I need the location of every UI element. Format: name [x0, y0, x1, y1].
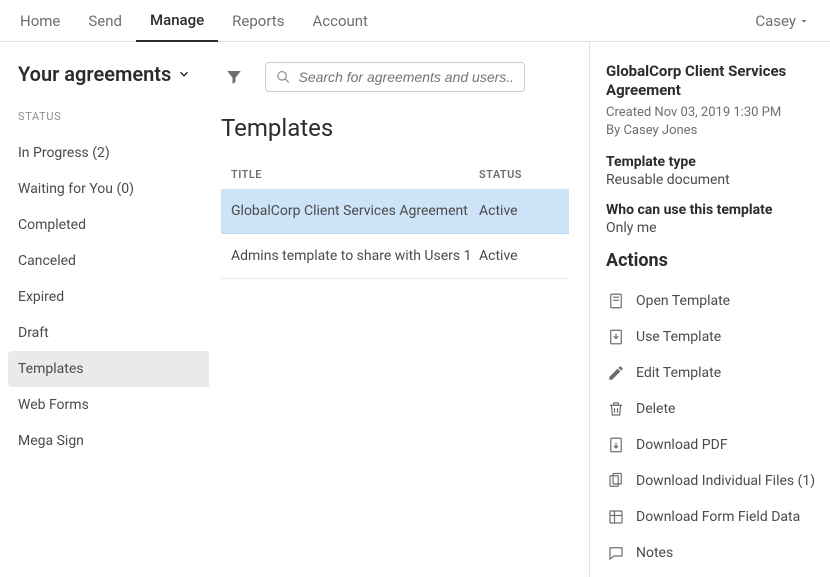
action-use-template[interactable]: Use Template	[606, 319, 820, 355]
edit-icon	[606, 363, 626, 383]
action-notes[interactable]: Notes	[606, 535, 820, 571]
who-value: Only me	[606, 220, 820, 236]
action-label: Edit Template	[636, 365, 721, 381]
actions-heading: Actions	[606, 250, 820, 271]
nav-manage[interactable]: Manage	[136, 0, 218, 42]
toolbar	[221, 62, 569, 92]
template-type-label: Template type	[606, 154, 820, 170]
content-panel: Templates TITLE STATUS GlobalCorp Client…	[215, 42, 590, 577]
sidebar-section-label: STATUS	[18, 110, 215, 123]
nav-reports[interactable]: Reports	[218, 0, 298, 42]
table-row[interactable]: GlobalCorp Client Services AgreementActi…	[221, 189, 569, 234]
action-label: Open Template	[636, 293, 730, 309]
open-icon	[606, 291, 626, 311]
row-status: Active	[479, 203, 559, 219]
details-panel: GlobalCorp Client Services Agreement Cre…	[590, 42, 830, 577]
nav-send[interactable]: Send	[74, 0, 136, 42]
sidebar-item-in-progress-2[interactable]: In Progress (2)	[18, 135, 215, 171]
template-type-value: Reusable document	[606, 172, 820, 188]
action-label: Delete	[636, 401, 675, 417]
files-icon	[606, 471, 626, 491]
sidebar-title-dropdown[interactable]: Your agreements	[18, 62, 215, 86]
sidebar-item-web-forms[interactable]: Web Forms	[18, 387, 215, 423]
details-meta: Created Nov 03, 2019 1:30 PM By Casey Jo…	[606, 104, 820, 140]
details-created: Created Nov 03, 2019 1:30 PM	[606, 104, 820, 122]
filter-icon[interactable]	[221, 68, 247, 86]
action-download-individual-files-1[interactable]: Download Individual Files (1)	[606, 463, 820, 499]
action-label: Download Individual Files (1)	[636, 473, 815, 489]
caret-down-icon	[798, 15, 810, 27]
row-title: GlobalCorp Client Services Agreement	[231, 203, 479, 219]
action-download-pdf[interactable]: Download PDF	[606, 427, 820, 463]
top-nav: HomeSendManageReportsAccount Casey	[0, 0, 830, 42]
action-delete[interactable]: Delete	[606, 391, 820, 427]
sidebar-item-canceled[interactable]: Canceled	[18, 243, 215, 279]
sidebar-item-completed[interactable]: Completed	[18, 207, 215, 243]
action-open-template[interactable]: Open Template	[606, 283, 820, 319]
action-label: Download Form Field Data	[636, 509, 800, 525]
action-label: Download PDF	[636, 437, 728, 453]
details-title: GlobalCorp Client Services Agreement	[606, 62, 820, 100]
action-download-form-field-data[interactable]: Download Form Field Data	[606, 499, 820, 535]
nav-home[interactable]: Home	[20, 0, 74, 42]
action-edit-template[interactable]: Edit Template	[606, 355, 820, 391]
user-name: Casey	[755, 12, 796, 30]
content-heading: Templates	[221, 114, 569, 142]
table-row[interactable]: Admins template to share with Users 1Act…	[221, 234, 569, 279]
who-label: Who can use this template	[606, 202, 820, 218]
sidebar-item-waiting-for-you-0[interactable]: Waiting for You (0)	[18, 171, 215, 207]
use-icon	[606, 327, 626, 347]
details-by: By Casey Jones	[606, 122, 820, 140]
formdata-icon	[606, 507, 626, 527]
column-status: STATUS	[479, 168, 559, 181]
row-status: Active	[479, 248, 559, 264]
delete-icon	[606, 399, 626, 419]
row-title: Admins template to share with Users 1	[231, 248, 479, 264]
user-menu[interactable]: Casey	[755, 12, 810, 30]
table-header: TITLE STATUS	[221, 160, 569, 189]
column-title: TITLE	[231, 168, 479, 181]
sidebar: Your agreements STATUS In Progress (2)Wa…	[0, 42, 215, 577]
action-label: Use Template	[636, 329, 721, 345]
chevron-down-icon	[177, 67, 191, 81]
sidebar-item-draft[interactable]: Draft	[18, 315, 215, 351]
pdf-icon	[606, 435, 626, 455]
nav-account[interactable]: Account	[298, 0, 382, 42]
search-box[interactable]	[265, 62, 525, 92]
action-label: Notes	[636, 545, 673, 561]
search-input[interactable]	[298, 69, 514, 85]
search-icon	[276, 69, 290, 85]
sidebar-item-expired[interactable]: Expired	[18, 279, 215, 315]
sidebar-title-text: Your agreements	[18, 62, 171, 86]
notes-icon	[606, 543, 626, 563]
sidebar-item-mega-sign[interactable]: Mega Sign	[18, 423, 215, 459]
sidebar-item-templates[interactable]: Templates	[8, 351, 209, 387]
